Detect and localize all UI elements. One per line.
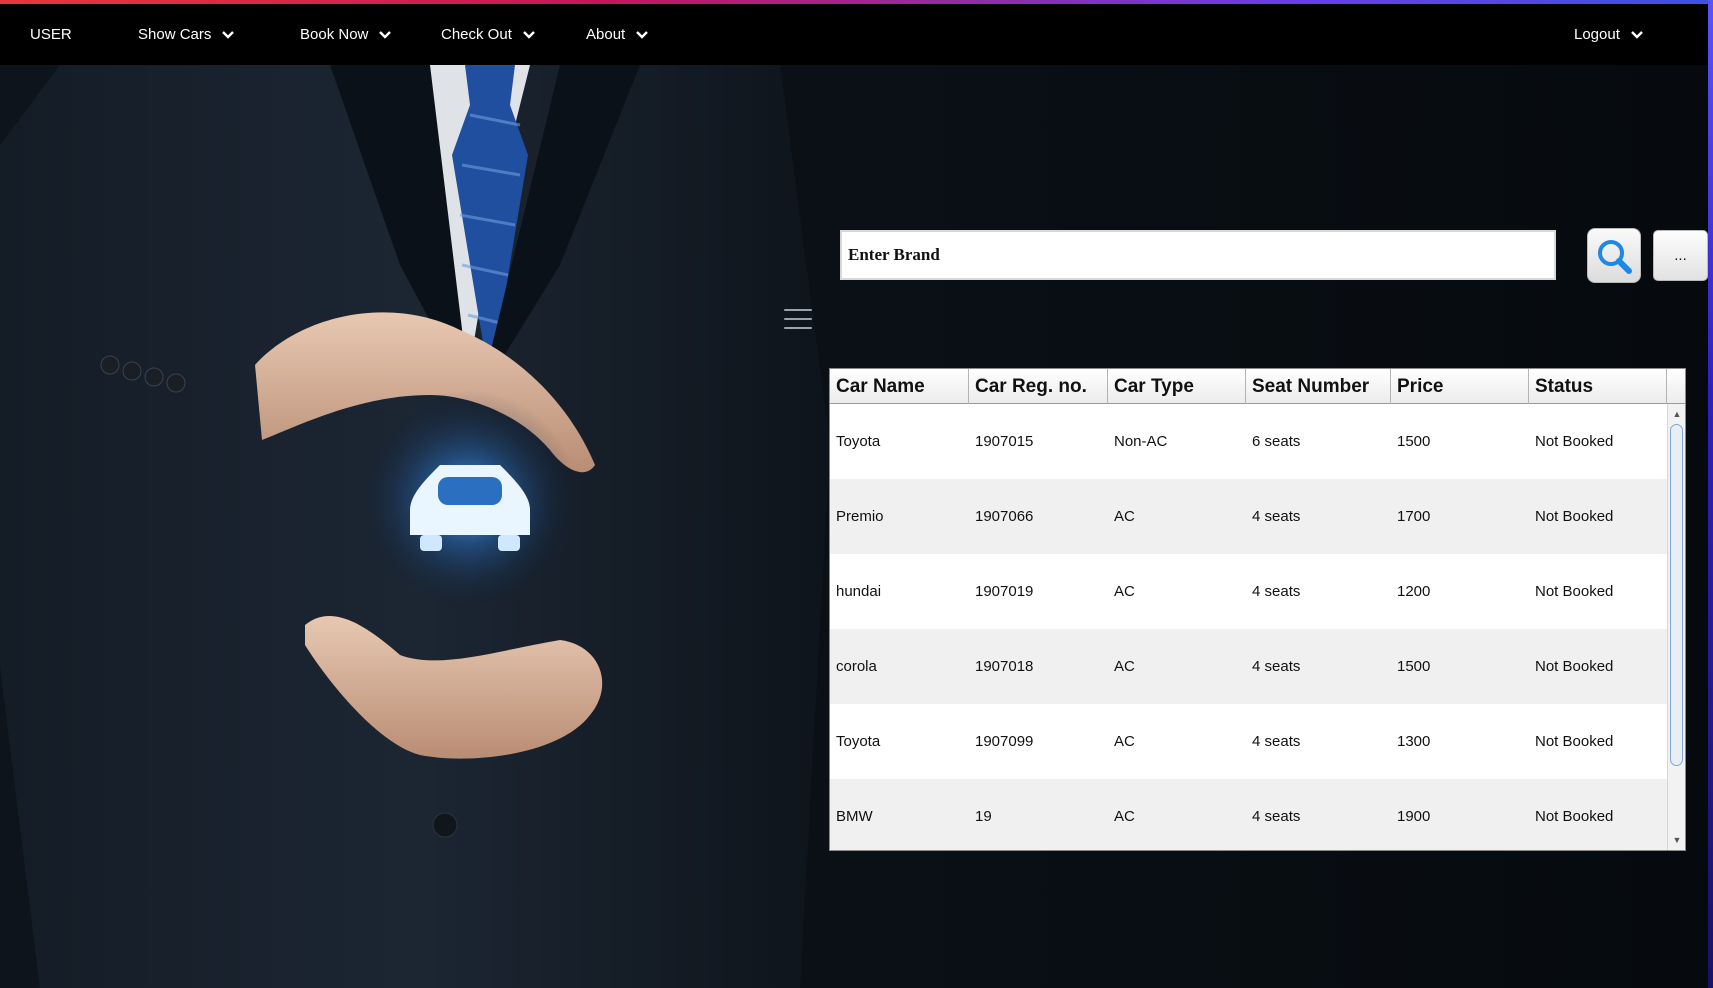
table-vertical-scrollbar[interactable]: ▲ ▼ <box>1667 404 1685 850</box>
column-header-status[interactable]: Status <box>1529 369 1667 404</box>
table-row[interactable]: Premio 1907066 AC 4 seats 1700 Not Booke… <box>830 479 1667 554</box>
table-body: Toyota 1907015 Non-AC 6 seats 1500 Not B… <box>830 404 1667 850</box>
chevron-down-icon <box>1631 30 1643 39</box>
cell-seat-number: 4 seats <box>1252 508 1301 525</box>
cell-seat-number: 4 seats <box>1252 658 1301 675</box>
column-header-seat-number[interactable]: Seat Number <box>1246 369 1391 404</box>
app-window: USER Show Cars Book Now Check Out About … <box>0 0 1713 988</box>
cell-car-reg-no: 1907018 <box>975 658 1034 675</box>
nav-show-cars-label: Show Cars <box>138 26 212 43</box>
cell-car-type: Non-AC <box>1114 433 1168 450</box>
more-options-label: ... <box>1674 247 1687 264</box>
cell-price: 1200 <box>1397 583 1431 600</box>
scrollbar-thumb[interactable] <box>1670 424 1683 766</box>
chevron-down-icon <box>222 30 235 39</box>
cell-price: 1300 <box>1397 733 1431 750</box>
cell-car-name: Premio <box>836 508 884 525</box>
chevron-down-icon <box>523 30 535 39</box>
cell-car-type: AC <box>1114 583 1135 600</box>
cell-seat-number: 4 seats <box>1252 733 1301 750</box>
nav-about[interactable]: About <box>586 4 649 65</box>
cell-status: Not Booked <box>1535 433 1614 450</box>
scroll-down-arrow-icon[interactable]: ▼ <box>1668 832 1686 848</box>
cell-status: Not Booked <box>1535 808 1614 825</box>
more-options-button[interactable]: ... <box>1653 230 1708 281</box>
cell-car-type: AC <box>1114 658 1135 675</box>
brand-search-input[interactable] <box>840 230 1556 280</box>
search-icon <box>1598 239 1632 274</box>
nav-show-cars[interactable]: Show Cars <box>138 4 235 65</box>
column-header-car-reg-no[interactable]: Car Reg. no. <box>969 369 1108 404</box>
nav-logout[interactable]: Logout <box>1574 4 1644 65</box>
cell-price: 1500 <box>1397 433 1431 450</box>
cell-status: Not Booked <box>1535 583 1614 600</box>
cell-seat-number: 6 seats <box>1252 433 1301 450</box>
cell-car-reg-no: 19 <box>975 808 992 825</box>
nav-user-label: USER <box>30 26 72 43</box>
cell-status: Not Booked <box>1535 658 1614 675</box>
cell-car-reg-no: 1907015 <box>975 433 1034 450</box>
column-header-price[interactable]: Price <box>1391 369 1529 404</box>
column-header-car-type[interactable]: Car Type <box>1108 369 1246 404</box>
window-right-edge <box>1708 0 1713 988</box>
table-row[interactable]: Toyota 1907099 AC 4 seats 1300 Not Booke… <box>830 704 1667 779</box>
cell-car-name: Toyota <box>836 733 881 750</box>
table-row[interactable]: hundai 1907019 AC 4 seats 1200 Not Booke… <box>830 554 1667 629</box>
nav-about-label: About <box>586 26 626 43</box>
cell-car-type: AC <box>1114 733 1135 750</box>
cell-car-name: corola <box>836 658 877 675</box>
cell-price: 1500 <box>1397 658 1431 675</box>
table-header: Car Name Car Reg. no. Car Type Seat Numb… <box>830 369 1667 404</box>
cell-car-name: BMW <box>836 808 873 825</box>
cell-status: Not Booked <box>1535 733 1614 750</box>
cell-status: Not Booked <box>1535 508 1614 525</box>
cell-car-type: AC <box>1114 508 1135 525</box>
hamburger-menu-icon[interactable] <box>784 309 812 331</box>
nav-check-out[interactable]: Check Out <box>441 4 536 65</box>
cell-car-name: Toyota <box>836 433 881 450</box>
cell-car-reg-no: 1907019 <box>975 583 1034 600</box>
cell-price: 1900 <box>1397 808 1431 825</box>
table-row[interactable]: Toyota 1907015 Non-AC 6 seats 1500 Not B… <box>830 404 1667 479</box>
cell-car-type: AC <box>1114 808 1135 825</box>
nav-check-out-label: Check Out <box>441 26 512 43</box>
businessman-car-illustration <box>0 65 830 988</box>
cell-seat-number: 4 seats <box>1252 583 1301 600</box>
cars-table: Car Name Car Reg. no. Car Type Seat Numb… <box>829 368 1686 851</box>
cell-car-reg-no: 1907099 <box>975 733 1034 750</box>
chevron-down-icon <box>636 30 649 39</box>
cell-car-name: hundai <box>836 583 882 600</box>
table-header-corner <box>1667 369 1685 404</box>
table-row[interactable]: corola 1907018 AC 4 seats 1500 Not Booke… <box>830 629 1667 704</box>
search-button[interactable] <box>1587 228 1641 283</box>
nav-book-now[interactable]: Book Now <box>300 4 392 65</box>
cell-seat-number: 4 seats <box>1252 808 1301 825</box>
cell-price: 1700 <box>1397 508 1431 525</box>
cell-car-reg-no: 1907066 <box>975 508 1034 525</box>
top-navbar: USER Show Cars Book Now Check Out About … <box>0 4 1708 65</box>
scroll-up-arrow-icon[interactable]: ▲ <box>1668 406 1686 422</box>
nav-user[interactable]: USER <box>30 4 72 65</box>
nav-logout-label: Logout <box>1574 26 1620 43</box>
chevron-down-icon <box>379 30 392 39</box>
column-header-car-name[interactable]: Car Name <box>830 369 969 404</box>
nav-book-now-label: Book Now <box>300 26 369 43</box>
table-row[interactable]: BMW 19 AC 4 seats 1900 Not Booked <box>830 779 1667 850</box>
